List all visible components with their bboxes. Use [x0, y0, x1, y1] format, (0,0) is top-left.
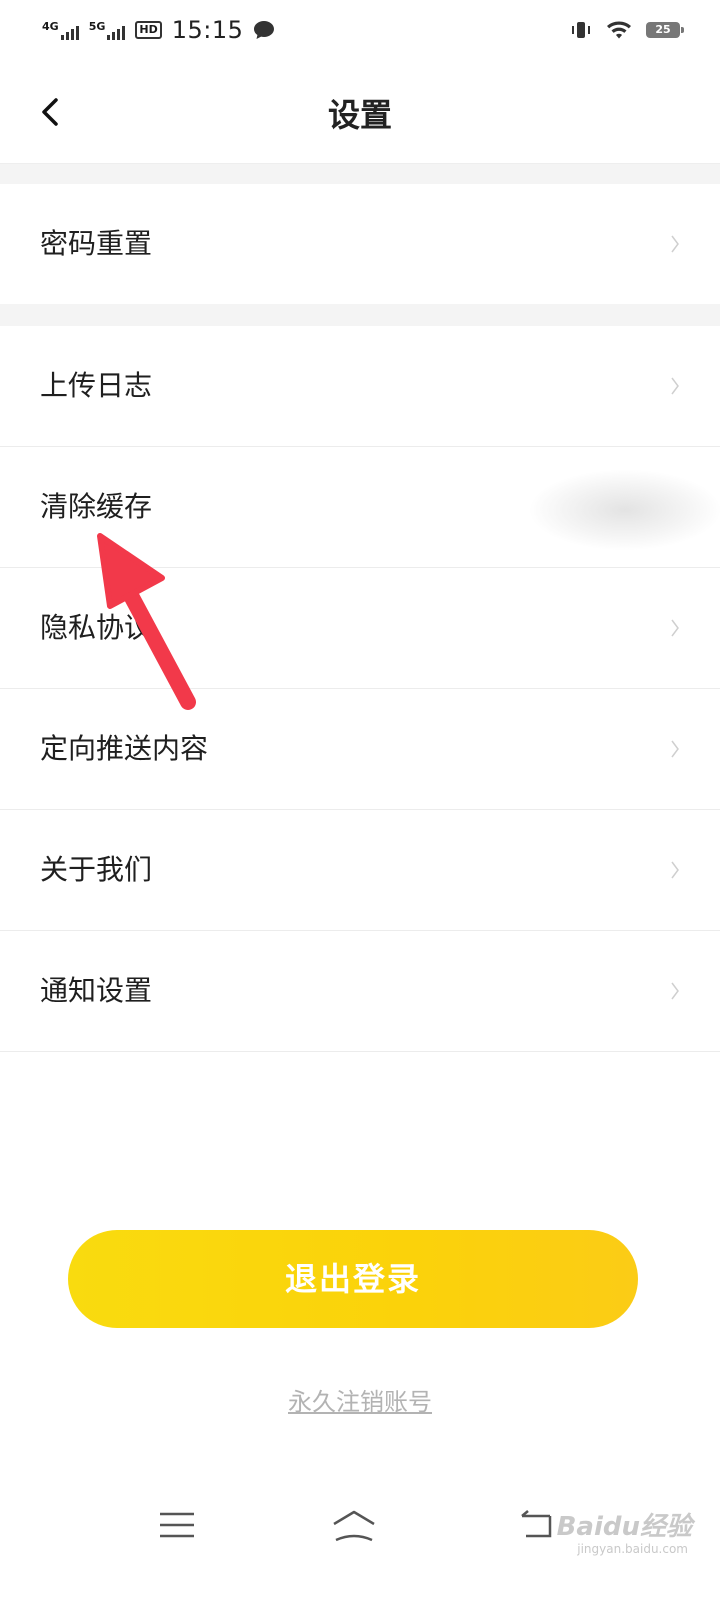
section-divider	[0, 164, 720, 184]
home-icon[interactable]	[330, 1508, 378, 1544]
chevron-right-icon	[671, 377, 679, 395]
chevron-right-icon	[671, 235, 679, 253]
delete-account-link[interactable]: 永久注销账号	[0, 1382, 720, 1417]
signal-4g: 4G	[42, 21, 79, 40]
status-time: 15:15	[171, 16, 244, 44]
settings-item-upload-log[interactable]: 上传日志	[0, 326, 720, 447]
signal-bars-icon	[60, 25, 79, 40]
settings-item-label: 上传日志	[40, 369, 153, 402]
baidu-watermark: Baidu经验 jingyan.baidu.com	[542, 1490, 702, 1560]
chevron-right-icon	[671, 982, 679, 1000]
chevron-right-icon	[671, 740, 679, 758]
signal-bars-icon	[107, 25, 126, 40]
settings-item-label: 关于我们	[40, 853, 153, 886]
network-label-4g: 4G	[42, 19, 59, 33]
wifi-icon	[607, 21, 631, 39]
app-header: 设置	[0, 60, 720, 164]
vibrate-icon	[572, 22, 590, 38]
network-label-5g: 5G	[88, 19, 106, 33]
status-bar: 4G 5G HD 15:15 25	[0, 0, 720, 60]
settings-item-about-us[interactable]: 关于我们	[0, 810, 720, 931]
annotation-arrow-icon	[97, 533, 196, 710]
blurred-cache-size	[530, 470, 720, 550]
chevron-right-icon	[671, 861, 679, 879]
settings-item-reset-password[interactable]: 密码重置	[0, 184, 720, 305]
page-title: 设置	[327, 96, 392, 134]
watermark-brand: Baidu经验	[556, 1512, 692, 1542]
status-right: 25	[570, 19, 684, 41]
section-divider	[0, 304, 720, 326]
chevron-right-icon	[671, 619, 679, 637]
settings-item-notification-settings[interactable]: 通知设置	[0, 931, 720, 1052]
menu-icon[interactable]	[158, 1510, 196, 1540]
hd-voice-icon: HD	[135, 21, 162, 39]
battery-icon: 25	[646, 22, 684, 38]
settings-item-label: 通知设置	[40, 974, 153, 1007]
watermark-url: jingyan.baidu.com	[577, 1542, 688, 1556]
settings-item-label: 密码重置	[40, 227, 153, 260]
message-bubble-icon	[254, 21, 275, 39]
signal-5g: 5G	[89, 21, 126, 40]
logout-button[interactable]: 退出登录	[68, 1230, 638, 1328]
status-left: 4G 5G HD 15:15	[42, 16, 275, 44]
